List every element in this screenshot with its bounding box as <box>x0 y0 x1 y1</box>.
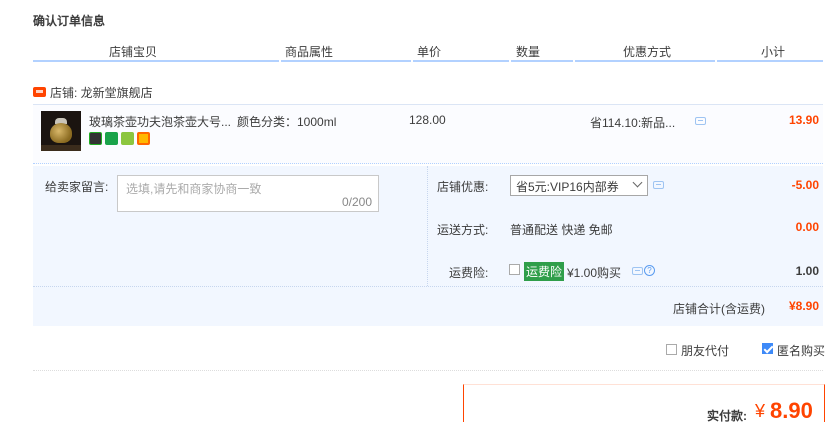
chevron-down-icon <box>632 178 644 190</box>
divider <box>33 286 823 287</box>
shipping-method: 普通配送 快递 免邮 <box>510 223 613 237</box>
actual-payment-label: 实付款: <box>707 409 747 422</box>
shipping-label: 运送方式: <box>437 223 489 237</box>
shop-row: 店铺: 龙新堂旗舰店 <box>33 84 153 100</box>
shipping-insurance-checkbox[interactable] <box>509 264 520 275</box>
shop-total-value: ¥8.90 <box>788 299 819 313</box>
header-underline <box>575 60 715 62</box>
coupon-info-icon[interactable] <box>653 181 664 189</box>
insurance-chat-icon[interactable] <box>632 267 643 275</box>
page-title: 确认订单信息 <box>33 14 106 28</box>
promo-info-icon[interactable] <box>695 117 706 125</box>
column-header-subtotal: 小计 <box>761 45 786 59</box>
header-underline <box>33 60 279 62</box>
item-subtotal: 13.90 <box>788 113 819 127</box>
order-table-header: 店铺宝贝 商品属性 单价 数量 优惠方式 小计 <box>33 40 823 62</box>
promo-method[interactable]: 省114.10:新品... <box>590 114 675 131</box>
anonymous-label[interactable]: 匿名购买 <box>777 342 825 358</box>
column-header-price: 单价 <box>417 45 442 59</box>
shipping-insurance-label: 运费险: <box>449 266 489 280</box>
friend-pay-checkbox[interactable] <box>666 344 677 355</box>
service-badges <box>89 132 150 145</box>
coupon-amount: -5.00 <box>791 178 819 192</box>
shop-coupon-select[interactable]: 省5元:VIP16内部券 <box>510 175 648 196</box>
product-name-link[interactable]: 玻璃茶壶功夫泡茶壶大号... <box>89 113 231 130</box>
card-payment-badge-icon[interactable] <box>137 132 150 145</box>
order-item-row: 玻璃茶壶功夫泡茶壶大号... 颜色分类：1000ml 128.00 省114.1… <box>33 104 823 164</box>
warranty-badge-icon[interactable] <box>121 132 134 145</box>
divider <box>33 370 823 371</box>
actual-payment-amount: 8.90 <box>770 398 813 422</box>
product-attribute: 颜色分类：1000ml <box>237 115 337 129</box>
shop-coupon-value: 省5元:VIP16内部券 <box>516 180 619 194</box>
unit-price: 128.00 <box>409 113 446 127</box>
seven-day-return-badge-icon[interactable] <box>105 132 118 145</box>
seller-message-box: 0/200 <box>117 175 379 212</box>
guarantee-badge-icon[interactable] <box>89 132 102 145</box>
shop-name-link[interactable]: 店铺: 龙新堂旗舰店 <box>50 84 153 101</box>
header-underline <box>413 60 509 62</box>
shipping-amount: 0.00 <box>795 220 819 234</box>
column-header-item: 店铺宝贝 <box>109 45 158 59</box>
payment-summary: 实付款: ¥ 8.90 <box>463 384 825 422</box>
column-header-qty: 数量 <box>516 45 541 59</box>
tmall-shop-icon <box>33 87 46 97</box>
shipping-insurance-price: ¥1.00购买 <box>567 266 622 280</box>
friend-pay-label[interactable]: 朋友代付 <box>681 342 729 358</box>
header-underline <box>281 60 411 62</box>
shipping-insurance-amount: 1.00 <box>795 264 819 278</box>
order-details-panel: 给卖家留言: 0/200 店铺优惠: 省5元:VIP16内部券 -5.00 运送… <box>33 166 823 326</box>
currency-symbol: ¥ <box>755 401 766 421</box>
help-icon[interactable]: ? <box>644 265 655 276</box>
column-header-attr: 商品属性 <box>285 45 334 59</box>
shipping-insurance-badge: 运费险 <box>524 262 565 281</box>
seller-message-label: 给卖家留言: <box>45 180 109 194</box>
shop-total-label: 店铺合计(含运费) <box>673 302 765 316</box>
seller-message-input[interactable] <box>118 176 378 211</box>
shop-coupon-label: 店铺优惠: <box>437 180 489 194</box>
header-underline <box>717 60 823 62</box>
message-char-count: 0/200 <box>341 195 372 209</box>
product-thumbnail[interactable] <box>41 111 81 151</box>
divider <box>427 166 428 286</box>
header-underline <box>511 60 573 62</box>
column-header-promo: 优惠方式 <box>623 45 672 59</box>
anonymous-checkbox[interactable] <box>762 343 773 354</box>
